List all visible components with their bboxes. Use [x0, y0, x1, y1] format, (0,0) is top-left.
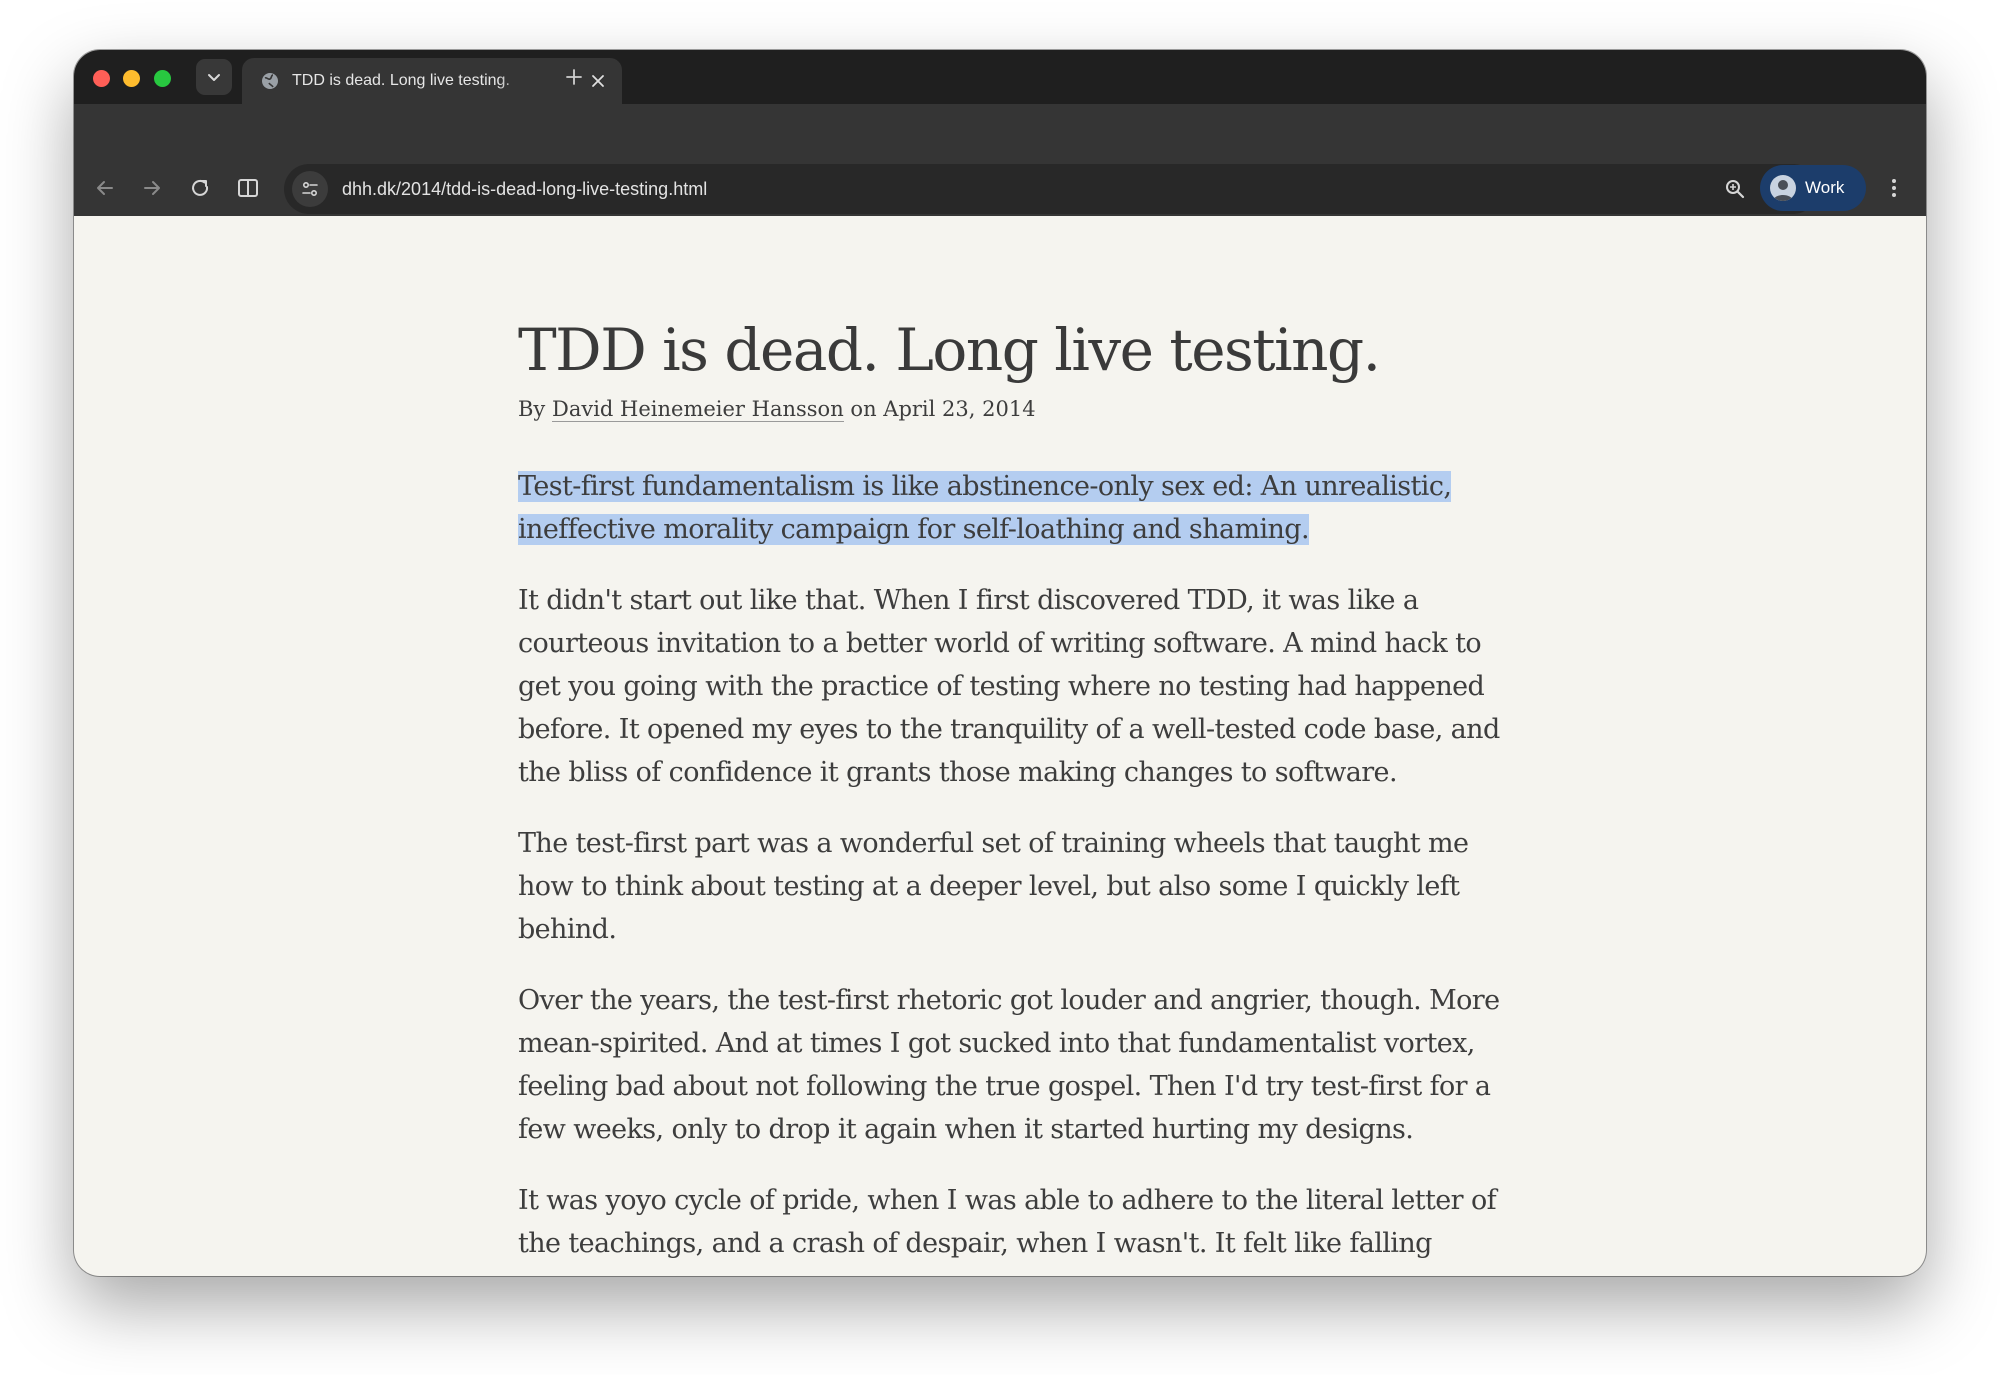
toolbar: dhh.dk/2014/tdd-is-dead-long-live-testin…: [74, 104, 1926, 216]
article-paragraph: It didn't start out like that. When I fi…: [518, 585, 1500, 788]
new-tab-icon[interactable]: [563, 66, 585, 88]
person-icon: [1773, 180, 1793, 201]
article: TDD is dead. Long live testing. By David…: [518, 312, 1508, 1265]
page-title: TDD is dead. Long live testing.: [518, 316, 1381, 384]
article-paragraph-lead: Test-first fundamentalism is like abstin…: [518, 465, 1508, 551]
profile-label: Work: [1805, 178, 1845, 197]
page-content: TDD is dead. Long live testing. By David…: [74, 216, 1926, 1276]
profile-button[interactable]: Work: [1760, 165, 1866, 211]
close-window-button[interactable]: [93, 70, 110, 87]
article-paragraph: The test-first part was a wonderful set …: [518, 828, 1469, 945]
globe-icon: [262, 73, 278, 89]
chevron-down-icon: [208, 74, 220, 81]
minimize-window-button[interactable]: [123, 70, 140, 87]
byline-date-prefix: on: [850, 397, 877, 421]
zoom-window-button[interactable]: [154, 70, 171, 87]
browser-window: TDD is dead. Long live testing. dhh.dk/2…: [74, 50, 1926, 1276]
menu-icon[interactable]: [1881, 175, 1907, 201]
tab-search-button[interactable]: [196, 59, 232, 95]
back-icon[interactable]: [92, 175, 118, 201]
byline-prefix: By: [518, 397, 546, 421]
zoom-icon[interactable]: [1722, 176, 1748, 202]
author-link[interactable]: David Heinemeier Hansson: [551, 397, 844, 422]
address-bar[interactable]: dhh.dk/2014/tdd-is-dead-long-live-testin…: [284, 164, 1818, 214]
byline: By David Heinemeier Hansson on April 23,…: [518, 392, 1508, 426]
selected-text: Test-first fundamentalism is like abstin…: [518, 471, 1452, 545]
close-tab-icon[interactable]: [588, 71, 608, 91]
tab-strip: TDD is dead. Long live testing.: [74, 50, 1926, 104]
publish-date: April 23, 2014: [883, 397, 1036, 421]
forward-icon[interactable]: [139, 175, 165, 201]
reload-icon[interactable]: [187, 175, 213, 201]
avatar: [1770, 175, 1796, 201]
article-paragraph: Over the years, the test-first rhetoric …: [518, 985, 1500, 1145]
tab-title: TDD is dead. Long live testing.: [292, 72, 510, 89]
side-panel-icon[interactable]: [235, 175, 261, 201]
site-info-button[interactable]: [292, 171, 328, 207]
article-paragraph: It was yoyo cycle of pride, when I was a…: [518, 1185, 1497, 1259]
url-text[interactable]: dhh.dk/2014/tdd-is-dead-long-live-testin…: [342, 178, 707, 200]
tune-icon: [302, 181, 318, 197]
